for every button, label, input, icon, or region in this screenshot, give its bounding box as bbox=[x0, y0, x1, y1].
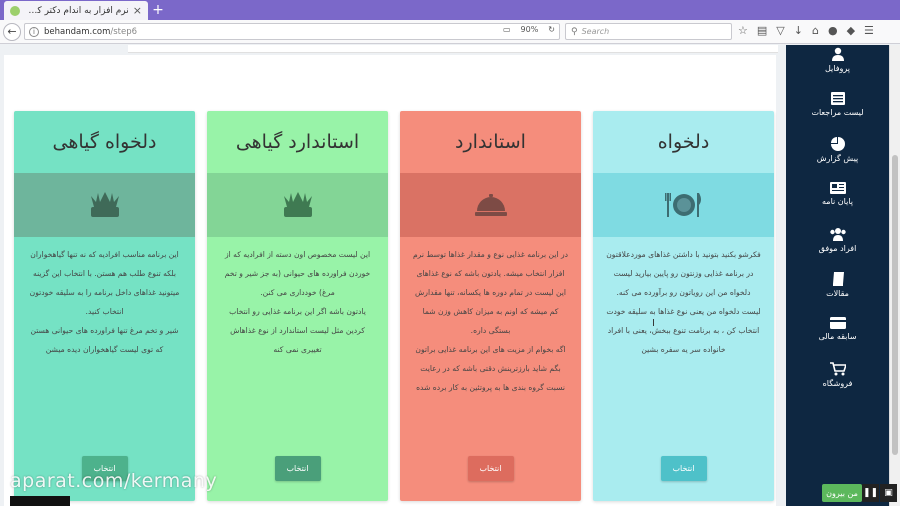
card-title: دلخواه bbox=[657, 131, 710, 153]
sidebar-item-label: پروفایل bbox=[824, 64, 851, 73]
card-description: این برنامه مناسب افرادیه که نه تنها گیاه… bbox=[14, 237, 195, 427]
sidebar-item-label: مقالات bbox=[826, 289, 849, 298]
sidebar: پروفایل لیست مراجعات پیش گزارش پایان نام… bbox=[786, 45, 889, 506]
search-input[interactable]: ⚲ Search bbox=[565, 23, 732, 40]
card-title: استاندارد گیاهی bbox=[235, 131, 360, 153]
card-icon-band bbox=[207, 173, 388, 237]
browser-navbar: ← i behandam.com/step6 ▭ 90% ↻ ⚲ Search … bbox=[0, 20, 900, 44]
player-action-button[interactable]: من بیرون bbox=[822, 484, 862, 502]
new-tab-button[interactable]: + bbox=[150, 1, 166, 19]
select-button[interactable]: انتخاب bbox=[660, 456, 707, 481]
text-cursor-icon: I bbox=[652, 318, 655, 329]
browser-tab-bar: نرم افزار به اندام دکتر کرمانی : × + bbox=[0, 0, 900, 20]
plate-cutlery-icon bbox=[664, 193, 701, 217]
diet-card-standard: استاندارد در این برنامه غذایی نوع و مقدا… bbox=[400, 111, 581, 501]
sidebar-item-label: پایان نامه bbox=[822, 197, 853, 206]
card-paragraph: لیست دلخواه من یعنی نوع غذاها به سلیقه خ… bbox=[606, 307, 761, 354]
newspaper-icon bbox=[829, 182, 846, 194]
browser-tab[interactable]: نرم افزار به اندام دکتر کرمانی : × bbox=[4, 1, 148, 20]
card-paragraph: در این برنامه غذایی نوع و مقدار غذاها تو… bbox=[412, 250, 569, 335]
zoom-level[interactable]: 90% bbox=[521, 25, 539, 34]
diet-card-custom: دلخواه فکرشو بکنید بتونید با داشتن غذاها… bbox=[593, 111, 774, 501]
hamburger-menu-icon[interactable]: ☰ bbox=[864, 24, 874, 37]
card-paragraph: این برنامه مناسب افرادیه که نه تنها گیاه… bbox=[29, 250, 180, 316]
card-icon-band bbox=[14, 173, 195, 237]
card-icon-band bbox=[593, 173, 774, 237]
card-paragraph: شیر و تخم مرغ تنها فراورده های حیوانی هس… bbox=[30, 326, 179, 354]
card-paragraph: این لیست مخصوص اون دسته از افرادیه که از… bbox=[224, 250, 371, 297]
sidebar-item-shop[interactable]: فروشگاه bbox=[786, 362, 889, 388]
site-favicon-icon bbox=[10, 5, 20, 16]
card-title: دلخواه گیاهی bbox=[52, 131, 157, 153]
book-icon bbox=[832, 272, 844, 286]
card-description: این لیست مخصوص اون دسته از افرادیه که از… bbox=[207, 237, 388, 427]
content-panel: دلخواه گیاهی این برنامه مناسب افرادیه که… bbox=[4, 55, 776, 506]
sidebar-item-profile[interactable]: پروفایل bbox=[786, 47, 889, 73]
fullscreen-icon[interactable]: ▣ bbox=[880, 484, 897, 502]
search-icon: ⚲ bbox=[571, 26, 578, 37]
video-progress-bar bbox=[10, 496, 70, 506]
user-icon bbox=[831, 47, 844, 61]
pie-chart-icon bbox=[830, 137, 845, 151]
search-placeholder: Search bbox=[581, 27, 610, 36]
card-paragraph: یادتون باشه اگر این برنامه غذایی رو انتخ… bbox=[229, 307, 366, 354]
sidebar-item-label: سابقه مالی bbox=[818, 332, 857, 341]
browser-toolbar-icons: ☆ ▤ ▽ ↓ ⌂ ● ◆ ☰ bbox=[738, 24, 874, 37]
food-cloche-icon bbox=[474, 194, 507, 216]
vegetables-icon bbox=[283, 192, 312, 217]
sidebar-item-label: افراد موفق bbox=[818, 244, 857, 253]
diet-card-vegetarian-custom: دلخواه گیاهی این برنامه مناسب افرادیه که… bbox=[14, 111, 195, 501]
url-domain: behandam.com bbox=[44, 26, 111, 37]
card-paragraph: فکرشو بکنید بتونید با داشتن غذاهای موردع… bbox=[606, 250, 761, 297]
select-button[interactable]: انتخاب bbox=[274, 456, 321, 481]
back-button[interactable]: ← bbox=[3, 22, 21, 41]
card-paragraph: اگه بخوام از مزیت های این برنامه غذایی ب… bbox=[415, 345, 566, 392]
address-bar[interactable]: i behandam.com/step6 ▭ 90% ↻ bbox=[24, 23, 560, 40]
home-icon[interactable]: ⌂ bbox=[812, 24, 819, 37]
diet-card-vegetarian-standard: استاندارد گیاهی این لیست مخصوص اون دسته … bbox=[207, 111, 388, 501]
card-icon-band bbox=[400, 173, 581, 237]
sidebar-item-thesis[interactable]: پایان نامه bbox=[786, 182, 889, 206]
pocket-icon[interactable]: ▽ bbox=[776, 24, 784, 37]
tab-title: نرم افزار به اندام دکتر کرمانی : bbox=[24, 5, 129, 16]
account-icon[interactable]: ● bbox=[828, 24, 838, 37]
reload-icon[interactable]: ↻ bbox=[548, 25, 555, 34]
sidebar-item-success-stories[interactable]: افراد موفق bbox=[786, 227, 889, 253]
bookmark-star-icon[interactable]: ☆ bbox=[738, 24, 748, 37]
watermark: aparat.com/kermany bbox=[10, 470, 218, 492]
top-strip bbox=[128, 45, 778, 53]
card-description: در این برنامه غذایی نوع و مقدار غذاها تو… bbox=[400, 237, 581, 427]
sidebar-item-visits[interactable]: لیست مراجعات bbox=[786, 92, 889, 117]
sidebar-item-label: پیش گزارش bbox=[816, 154, 859, 163]
sidebar-item-pre-report[interactable]: پیش گزارش bbox=[786, 137, 889, 163]
users-icon bbox=[829, 228, 846, 241]
clipboard-icon[interactable]: ▤ bbox=[757, 24, 767, 37]
pause-icon[interactable]: ❚❚ bbox=[862, 484, 879, 502]
extension-icon[interactable]: ◆ bbox=[847, 24, 855, 37]
page-body: دلخواه گیاهی این برنامه مناسب افرادیه که… bbox=[0, 45, 900, 506]
select-button[interactable]: انتخاب bbox=[467, 456, 514, 481]
cart-icon bbox=[829, 362, 846, 376]
card-title: استاندارد bbox=[455, 131, 526, 153]
sidebar-item-articles[interactable]: مقالات bbox=[786, 272, 889, 298]
reader-view-icon[interactable]: ▭ bbox=[503, 25, 511, 34]
sidebar-item-financial-history[interactable]: سابقه مالی bbox=[786, 317, 889, 341]
page-scrollbar[interactable] bbox=[889, 45, 900, 506]
url-path: /step6 bbox=[110, 26, 138, 37]
card-description: فکرشو بکنید بتونید با داشتن غذاهای موردع… bbox=[593, 237, 774, 427]
sidebar-item-label: لیست مراجعات bbox=[811, 108, 864, 117]
site-info-icon[interactable]: i bbox=[29, 26, 39, 37]
tab-close-icon[interactable]: × bbox=[133, 4, 142, 17]
download-icon[interactable]: ↓ bbox=[794, 24, 803, 37]
list-icon bbox=[830, 92, 845, 105]
scrollbar-thumb[interactable] bbox=[892, 155, 898, 455]
sidebar-item-label: فروشگاه bbox=[822, 379, 853, 388]
credit-card-icon bbox=[829, 317, 846, 329]
vegetables-icon bbox=[90, 192, 119, 217]
